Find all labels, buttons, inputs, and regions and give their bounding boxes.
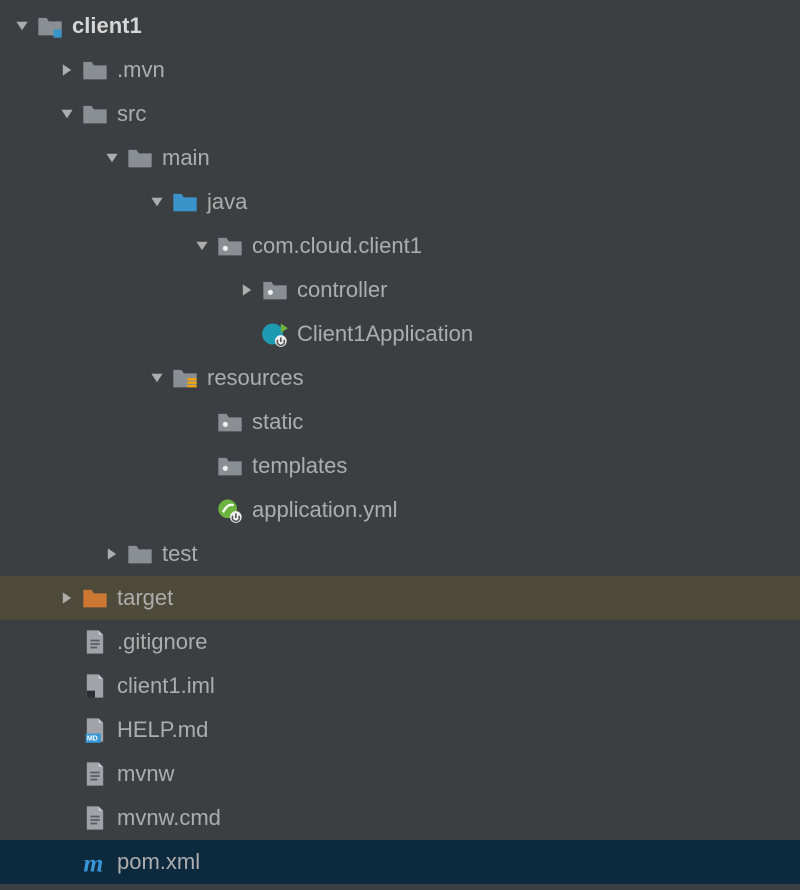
folder-resources-icon — [171, 364, 199, 392]
tree-item-iml[interactable]: client1.iml — [0, 664, 800, 708]
chevron-right-icon[interactable] — [53, 63, 81, 77]
svg-text:m: m — [83, 848, 103, 876]
package-icon — [216, 452, 244, 480]
chevron-down-icon[interactable] — [143, 195, 171, 209]
folder-gray-icon — [81, 56, 109, 84]
tree-item-label: .gitignore — [117, 629, 208, 655]
svg-text:MD: MD — [87, 736, 98, 743]
tree-item-pom[interactable]: m pom.xml — [0, 840, 800, 884]
tree-item-help[interactable]: MD HELP.md — [0, 708, 800, 752]
chevron-right-icon[interactable] — [233, 283, 261, 297]
folder-gray-icon — [81, 100, 109, 128]
tree-item-label: target — [117, 585, 173, 611]
tree-item-label: main — [162, 145, 210, 171]
tree-item-label: mvnw.cmd — [117, 805, 221, 831]
tree-item-java[interactable]: java — [0, 180, 800, 224]
tree-item-label: pom.xml — [117, 849, 200, 875]
tree-item-test[interactable]: test — [0, 532, 800, 576]
chevron-down-icon[interactable] — [143, 371, 171, 385]
spring-file-icon — [216, 496, 244, 524]
chevron-down-icon[interactable] — [8, 19, 36, 33]
tree-item-label: static — [252, 409, 303, 435]
tree-item-appyml[interactable]: application.yml — [0, 488, 800, 532]
tree-item-pkg[interactable]: com.cloud.client1 — [0, 224, 800, 268]
project-tree[interactable]: client1 .mvn srcmain javacom.cloud.client1 c… — [0, 0, 800, 884]
tree-item-label: client1.iml — [117, 673, 215, 699]
tree-item-app[interactable]: Client1Application — [0, 312, 800, 356]
tree-item-templates[interactable]: templates — [0, 444, 800, 488]
tree-item-label: templates — [252, 453, 347, 479]
tree-item-label: java — [207, 189, 247, 215]
file-dot-icon — [81, 672, 109, 700]
tree-item-static[interactable]: static — [0, 400, 800, 444]
tree-item-label: HELP.md — [117, 717, 208, 743]
tree-item-client1[interactable]: client1 — [0, 4, 800, 48]
tree-item-label: test — [162, 541, 197, 567]
tree-item-label: mvnw — [117, 761, 174, 787]
tree-item-controller[interactable]: controller — [0, 268, 800, 312]
tree-item-mvnw[interactable]: mvnw — [0, 752, 800, 796]
tree-item-label: Client1Application — [297, 321, 473, 347]
package-icon — [216, 232, 244, 260]
tree-item-mvnwcmd[interactable]: mvnw.cmd — [0, 796, 800, 840]
chevron-down-icon[interactable] — [98, 151, 126, 165]
folder-module-icon — [36, 12, 64, 40]
tree-item-label: application.yml — [252, 497, 398, 523]
folder-gray-icon — [126, 540, 154, 568]
chevron-down-icon[interactable] — [188, 239, 216, 253]
maven-icon: m — [81, 848, 109, 876]
tree-item-label: client1 — [72, 13, 142, 39]
tree-item-label: controller — [297, 277, 387, 303]
tree-item-main[interactable]: main — [0, 136, 800, 180]
package-icon — [261, 276, 289, 304]
file-icon — [81, 760, 109, 788]
folder-orange-icon — [81, 584, 109, 612]
package-icon — [216, 408, 244, 436]
file-icon — [81, 804, 109, 832]
tree-item-label: src — [117, 101, 146, 127]
tree-item-label: com.cloud.client1 — [252, 233, 422, 259]
chevron-right-icon[interactable] — [53, 591, 81, 605]
tree-item-src[interactable]: src — [0, 92, 800, 136]
tree-item-resources[interactable]: resources — [0, 356, 800, 400]
spring-run-icon — [261, 320, 289, 348]
chevron-down-icon[interactable] — [53, 107, 81, 121]
tree-item-target[interactable]: target — [0, 576, 800, 620]
file-md-icon: MD — [81, 716, 109, 744]
chevron-right-icon[interactable] — [98, 547, 126, 561]
tree-item-gitignore[interactable]: .gitignore — [0, 620, 800, 664]
folder-source-icon — [171, 188, 199, 216]
folder-gray-icon — [126, 144, 154, 172]
tree-item-label: .mvn — [117, 57, 165, 83]
file-icon — [81, 628, 109, 656]
tree-item-label: resources — [207, 365, 304, 391]
tree-item-mvn[interactable]: .mvn — [0, 48, 800, 92]
